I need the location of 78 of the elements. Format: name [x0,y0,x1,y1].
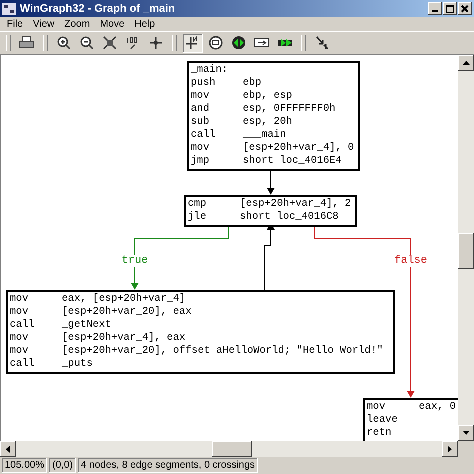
window-title: WinGraph32 - Graph of _main [20,2,176,14]
operand: ebp, esp [243,90,292,103]
menu-item[interactable]: View [28,18,60,30]
double-arrow-circle-icon [231,35,247,51]
mnemonic: call [10,358,36,371]
operand: [esp+20h+var_4], eax [62,332,186,345]
mnemonic: call [191,129,217,142]
down-arrow-icon [462,431,470,435]
right-arrow-icon [448,446,452,452]
operand: ___main [243,129,286,142]
mnemonic: leave [367,414,399,427]
close-icon [461,4,469,12]
status-field: 105.00% [2,458,48,473]
circle-node-icon [208,35,224,51]
mnemonic: retn [367,427,393,440]
edge-label: true [120,255,150,267]
operand: [esp+20h+var_20], offset aHelloWorld; "Hello World!" [62,345,384,358]
menu-item[interactable]: File [2,18,28,30]
operand: eax, [esp+20h+var_4] [62,293,186,306]
operand: _puts [62,358,93,371]
minimize-button[interactable] [428,2,442,15]
menu-item[interactable]: Zoom [60,18,96,30]
code-block[interactable]: mov eax, 0 leave retn [363,398,458,441]
status-field: (0,0) [49,458,76,473]
operand: short loc_4016C8 [240,211,339,224]
mnemonic: sub [191,116,211,129]
toolbar-button[interactable] [183,34,203,52]
up-arrow-icon [462,61,470,65]
scroll-down-button[interactable] [458,425,474,441]
scroll-left-button[interactable] [0,441,16,457]
operand: [esp+20h+var_4], 0 [243,142,354,155]
code-block[interactable]: mov eax, [esp+20h+var_4] mov [esp+20h+var_20], eax call _getNext mov [esp+20h+var_4], eax mov [esp+20h+var_20], offset aHelloWorld; "Hello World!" call _puts [6,290,395,374]
zoom-in-icon [56,35,72,51]
mnemonic: mov [10,345,30,358]
operand: esp, 20h [243,116,292,129]
mnemonic: and [191,103,211,116]
scroll-right-button[interactable] [442,441,458,457]
scroll-thumb[interactable] [212,441,252,457]
printer-icon [19,35,35,51]
maximize-icon [446,4,454,12]
mnemonic: push [191,77,217,90]
operand: esp, 0FFFFFFF0h [243,103,336,116]
left-arrow-icon [6,446,10,452]
vertical-scrollbar[interactable] [458,55,474,441]
crosshair-icon [148,35,164,51]
mnemonic: mov [10,332,30,345]
mnemonic: mov [367,401,387,414]
pointer-icon [314,35,330,51]
mnemonic: mov [10,306,30,319]
code-label: _main: [191,64,228,77]
scroll-up-button[interactable] [458,55,474,71]
menu-item[interactable]: Move [95,18,130,30]
operand: eax, 0 [419,401,456,414]
code-block[interactable]: _main: push ebp mov ebp, esp and esp, 0FFFFFFF0h sub esp, 20h call ___main mov [esp+20h+var_4], 0 jmp short loc_4016E4 [187,61,360,171]
operand: [esp+20h+var_20], eax [62,306,192,319]
maximize-button[interactable] [443,2,457,15]
menu-item[interactable]: Help [130,18,160,30]
scroll-thumb[interactable] [458,233,474,269]
fit-icon [102,35,118,51]
operand: [esp+20h+var_4], 2 [240,198,352,211]
operand: short loc_4016E4 [243,155,342,168]
close-button[interactable] [458,2,472,15]
app-icon [2,2,16,14]
operand: _getNext [62,319,112,332]
mnemonic: mov [10,293,30,306]
status-field: 4 nodes, 8 edge segments, 0 crossings [78,458,258,473]
mnemonic: mov [191,142,211,155]
mnemonic: jmp [191,155,211,168]
zoom-out-icon [79,35,95,51]
mnemonic: call [10,319,36,332]
horizontal-scrollbar[interactable] [0,441,474,457]
mnemonic: mov [191,90,211,103]
minimize-icon [432,10,438,12]
operand: ebp [243,77,262,90]
mnemonic: jle [188,211,208,224]
code-block[interactable]: cmp [esp+20h+var_4], 2 jle short loc_4016C8 [184,195,358,227]
mnemonic: cmp [188,198,208,211]
edge-label: false [394,255,428,267]
